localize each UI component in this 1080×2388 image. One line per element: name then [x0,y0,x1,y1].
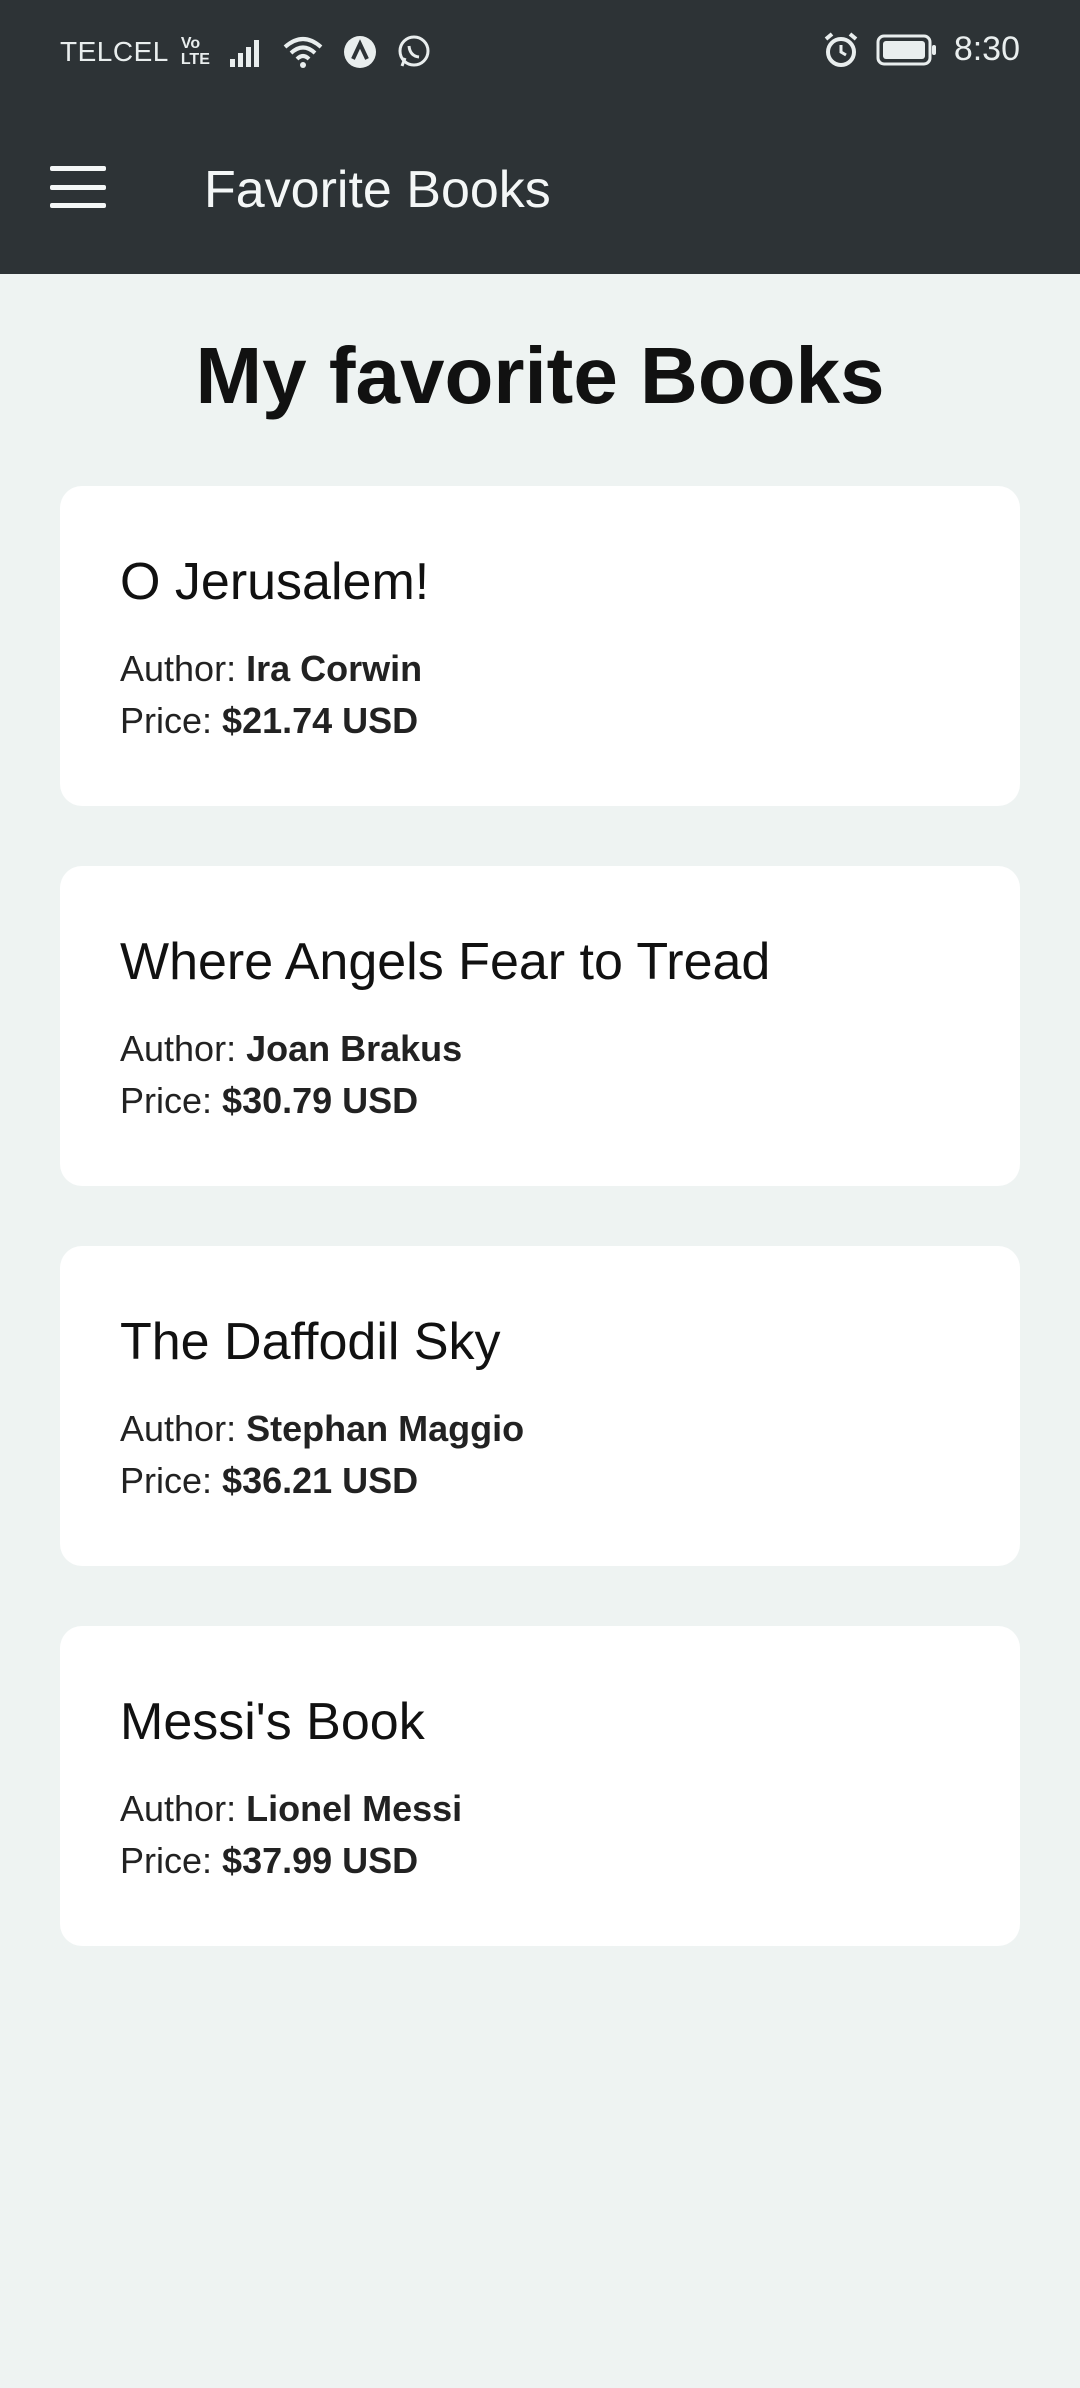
app-bar: Favorite Books [0,106,1080,274]
status-right: 8:30 [822,30,1020,69]
book-card[interactable]: Where Angels Fear to Tread Author: Joan … [60,866,1020,1186]
book-title: Messi's Book [120,1693,425,1751]
wifi-icon [283,37,323,68]
menu-icon[interactable] [50,166,106,208]
whatsapp-icon [398,35,430,67]
book-author: Lionel Messi [246,1788,463,1829]
battery-icon [876,34,936,65]
book-author-line: Author: Lionel Messi [120,1788,462,1830]
price-label: Price: [120,1080,213,1121]
book-author: Ira Corwin [246,648,423,689]
menu-line [50,166,106,171]
page-heading: My favorite Books [195,331,885,420]
book-title: The Daffodil Sky [120,1313,501,1371]
book-title: O Jerusalem! [120,553,430,611]
carrier-label: TELCEL [60,36,169,67]
book-price: $30.79 USD [222,1080,419,1121]
book-author: Stephan Maggio [246,1408,525,1449]
alarm-icon [824,31,858,67]
book-price: $36.21 USD [222,1460,419,1501]
book-author-line: Author: Joan Brakus [120,1028,462,1070]
author-label: Author: [120,648,237,689]
author-label: Author: [120,1408,237,1449]
clock-label: 8:30 [953,30,1020,68]
book-card[interactable]: The Daffodil Sky Author: Stephan Maggio … [60,1246,1020,1566]
book-price: $21.74 USD [222,700,419,741]
author-label: Author: [120,1028,237,1069]
book-price-line: Price: $36.21 USD [120,1460,418,1502]
price-label: Price: [120,1460,213,1501]
book-author-line: Author: Stephan Maggio [120,1408,524,1450]
book-author-line: Author: Ira Corwin [120,648,422,690]
book-price: $37.99 USD [222,1840,419,1881]
price-label: Price: [120,700,213,741]
status-left: TELCEL Vo LTE [60,34,432,70]
app-notification-icon [343,36,376,68]
book-author: Joan Brakus [246,1028,463,1069]
status-bar: TELCEL Vo LTE 8:30 [0,0,1080,106]
volte-top-label: Vo [180,35,201,52]
app-title: Favorite Books [204,161,551,219]
book-title: Where Angels Fear to Tread [120,933,771,991]
book-price-line: Price: $21.74 USD [120,700,418,742]
volte-icon: Vo LTE [181,36,210,68]
price-label: Price: [120,1840,213,1881]
book-price-line: Price: $37.99 USD [120,1840,418,1882]
book-price-line: Price: $30.79 USD [120,1080,418,1122]
book-card[interactable]: O Jerusalem! Author: Ira Corwin Price: $… [60,486,1020,806]
menu-line [50,203,106,208]
author-label: Author: [120,1788,237,1829]
signal-icon [229,40,259,67]
book-card[interactable]: Messi's Book Author: Lionel Messi Price:… [60,1626,1020,1946]
menu-line [50,184,106,190]
volte-bottom-label: LTE [180,51,210,68]
